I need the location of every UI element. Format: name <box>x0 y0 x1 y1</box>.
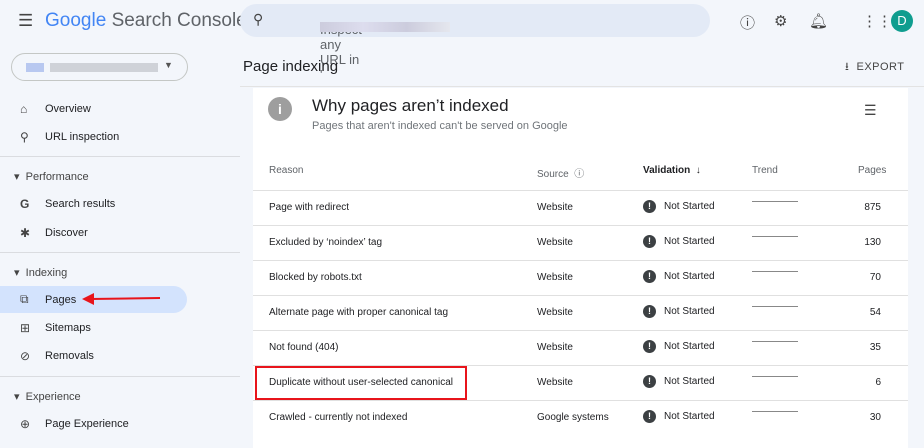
help-icon[interactable]: ⓘ <box>740 12 755 33</box>
col-trend[interactable]: Trend <box>752 165 778 176</box>
sidebar-item-url-inspection[interactable]: ⚲ URL inspection <box>0 123 187 150</box>
home-icon: ⌂ <box>20 101 28 116</box>
sidebar-item-discover[interactable]: ✱ Discover <box>0 219 187 246</box>
avatar[interactable]: D <box>891 10 913 32</box>
plus-circle-icon: ⊕ <box>20 416 31 431</box>
search-icon: ⚲ <box>20 129 29 144</box>
table-row[interactable]: Excluded by ‘noindex’ tag Website ! Not S… <box>253 225 908 260</box>
pages-count: 70 <box>869 272 881 283</box>
notifications-bell-icon[interactable]: 🔔︎ <box>809 12 828 30</box>
download-icon: ⭳ <box>845 61 850 73</box>
trend-sparkline <box>752 201 798 205</box>
validation-cell: ! Not Started <box>643 340 715 353</box>
asterisk-icon: ✱ <box>20 225 31 240</box>
section-performance[interactable]: ▾ Performance <box>14 170 89 183</box>
trend-sparkline <box>752 236 798 240</box>
pages-count: 6 <box>875 377 881 388</box>
alert-icon: ! <box>643 235 656 248</box>
source-cell: Website <box>537 342 573 353</box>
pages-icon: ⧉ <box>20 292 29 306</box>
validation-cell: ! Not Started <box>643 200 715 213</box>
source-cell: Website <box>537 377 573 388</box>
sitemap-icon: ⊞ <box>20 320 31 335</box>
alert-icon: ! <box>643 305 656 318</box>
alert-icon: ! <box>643 270 656 283</box>
validation-cell: ! Not Started <box>643 270 715 283</box>
search-icon: ⚲ <box>253 11 264 27</box>
col-validation[interactable]: Validation ↓ <box>643 165 701 176</box>
col-pages[interactable]: Pages <box>858 165 886 176</box>
col-source[interactable]: Source ⓘ <box>537 165 584 180</box>
table-row[interactable]: Alternate page with proper canonical tag… <box>253 295 908 330</box>
pages-count: 30 <box>869 412 881 423</box>
pages-count: 875 <box>864 202 881 213</box>
card-subtitle: Pages that aren't indexed can't be serve… <box>312 120 568 132</box>
validation-cell: ! Not Started <box>643 410 715 423</box>
export-button[interactable]: ⭳ EXPORT <box>845 58 905 77</box>
url-inspect-search[interactable]: ⚲ Inspect any URL in ' <box>240 4 710 82</box>
sidebar-item-page-experience[interactable]: ⊕ Page Experience <box>0 410 187 437</box>
source-cell: Google systems <box>537 412 609 423</box>
col-reason[interactable]: Reason <box>269 165 303 176</box>
pages-count: 54 <box>869 307 881 318</box>
help-circle-icon[interactable]: ⓘ <box>574 169 584 180</box>
trend-sparkline <box>752 376 798 380</box>
reason-cell: Crawled - currently not indexed <box>269 412 408 423</box>
table-row[interactable]: Blocked by robots.txt Website ! Not Start… <box>253 260 908 295</box>
section-experience[interactable]: ▾ Experience <box>14 390 81 403</box>
info-icon: i <box>268 97 292 121</box>
trend-sparkline <box>752 341 798 345</box>
table-row[interactable]: Not found (404) Website ! Not Started 35 <box>253 330 908 365</box>
reason-cell: Page with redirect <box>269 202 350 213</box>
trend-sparkline <box>752 306 798 310</box>
section-indexing[interactable]: ▾ Indexing <box>14 266 67 279</box>
filter-icon[interactable]: ☰ <box>864 102 877 119</box>
alert-icon: ! <box>643 410 656 423</box>
reason-cell: Alternate page with proper canonical tag <box>269 307 449 318</box>
sidebar-item-search-results[interactable]: G Search results <box>0 190 187 217</box>
google-g-icon: G <box>20 196 30 211</box>
trend-sparkline <box>752 411 798 415</box>
alert-icon: ! <box>643 200 656 213</box>
pages-count: 130 <box>864 237 881 248</box>
alert-icon: ! <box>643 375 656 388</box>
sidebar-item-removals[interactable]: ⊘ Removals <box>0 342 187 369</box>
sort-down-arrow-icon: ↓ <box>695 165 701 176</box>
table-row[interactable]: Page with redirect Website ! Not Started … <box>253 190 908 225</box>
eye-off-icon: ⊘ <box>20 348 31 363</box>
source-cell: Website <box>537 202 573 213</box>
reason-cell: Blocked by robots.txt <box>269 272 362 283</box>
user-settings-icon[interactable]: ⚙ <box>774 12 787 30</box>
red-highlight-box <box>255 366 467 400</box>
source-cell: Website <box>537 272 573 283</box>
alert-icon: ! <box>643 340 656 353</box>
sidebar: ⌂ Overview ⚲ URL inspection ▾ Performance … <box>0 0 240 437</box>
reason-cell: Excluded by ‘noindex’ tag <box>269 237 383 248</box>
trend-sparkline <box>752 271 798 275</box>
sidebar-item-sitemaps[interactable]: ⊞ Sitemaps <box>0 314 187 341</box>
table-row[interactable]: Crawled - currently not indexed Google s… <box>253 400 908 435</box>
reason-cell: Not found (404) <box>269 342 339 353</box>
validation-cell: ! Not Started <box>643 305 715 318</box>
red-annotation-arrow <box>82 293 161 305</box>
card-title: Why pages aren’t indexed <box>312 96 509 115</box>
sidebar-item-overview[interactable]: ⌂ Overview <box>0 95 187 122</box>
page-title: Page indexing <box>243 58 339 75</box>
validation-cell: ! Not Started <box>643 375 715 388</box>
pages-count: 35 <box>869 342 881 353</box>
validation-cell: ! Not Started <box>643 235 715 248</box>
source-cell: Website <box>537 307 573 318</box>
source-cell: Website <box>537 237 573 248</box>
